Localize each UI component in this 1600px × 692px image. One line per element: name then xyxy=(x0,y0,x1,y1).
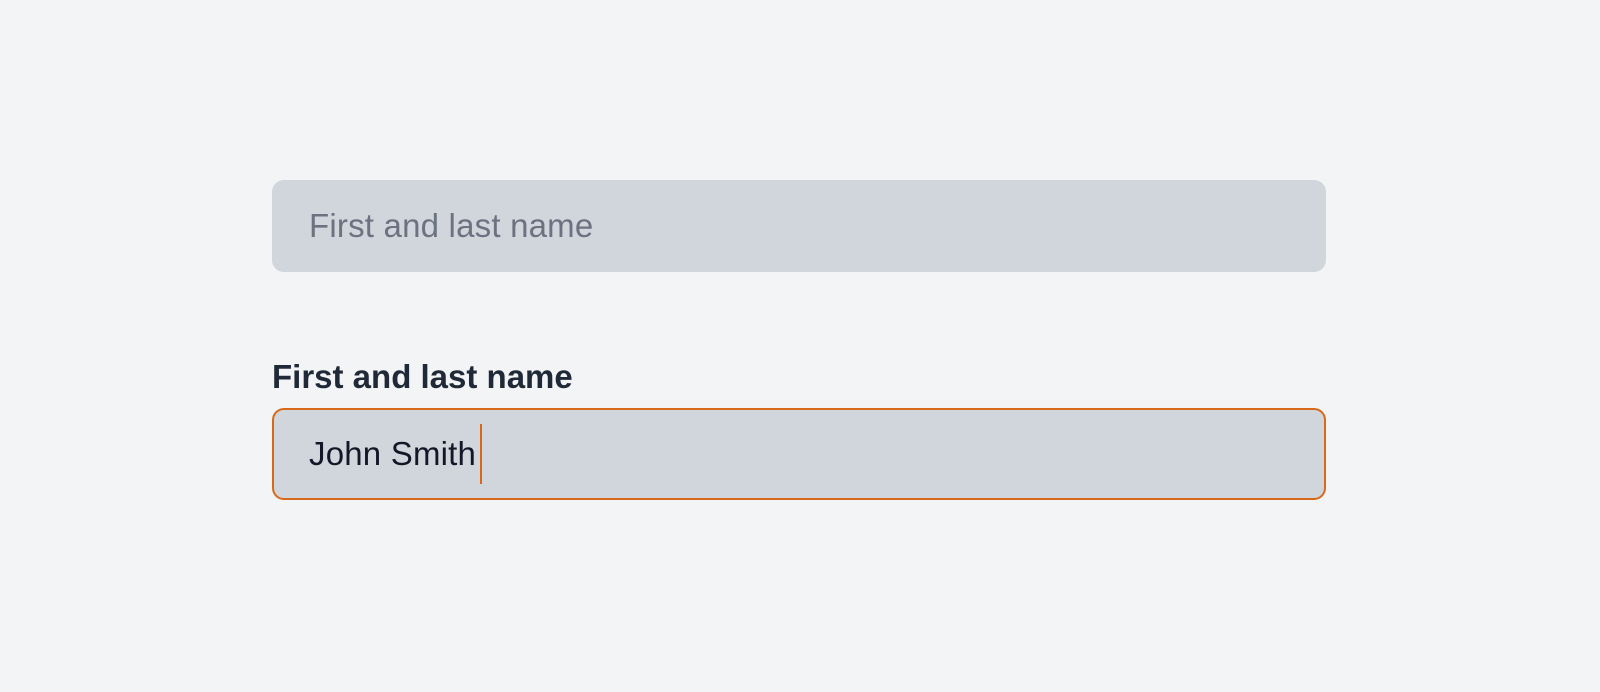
name-input-placeholder: First and last name xyxy=(309,207,594,244)
name-field-empty: First and last name xyxy=(272,180,1326,272)
name-input-empty[interactable]: First and last name xyxy=(272,180,1326,272)
name-input-focused[interactable]: John Smith xyxy=(272,408,1326,500)
text-caret xyxy=(480,424,483,484)
name-input-value: John Smith xyxy=(309,435,477,472)
name-field-label: First and last name xyxy=(272,358,573,395)
name-field-filled: First and last name John Smith xyxy=(272,358,1326,500)
